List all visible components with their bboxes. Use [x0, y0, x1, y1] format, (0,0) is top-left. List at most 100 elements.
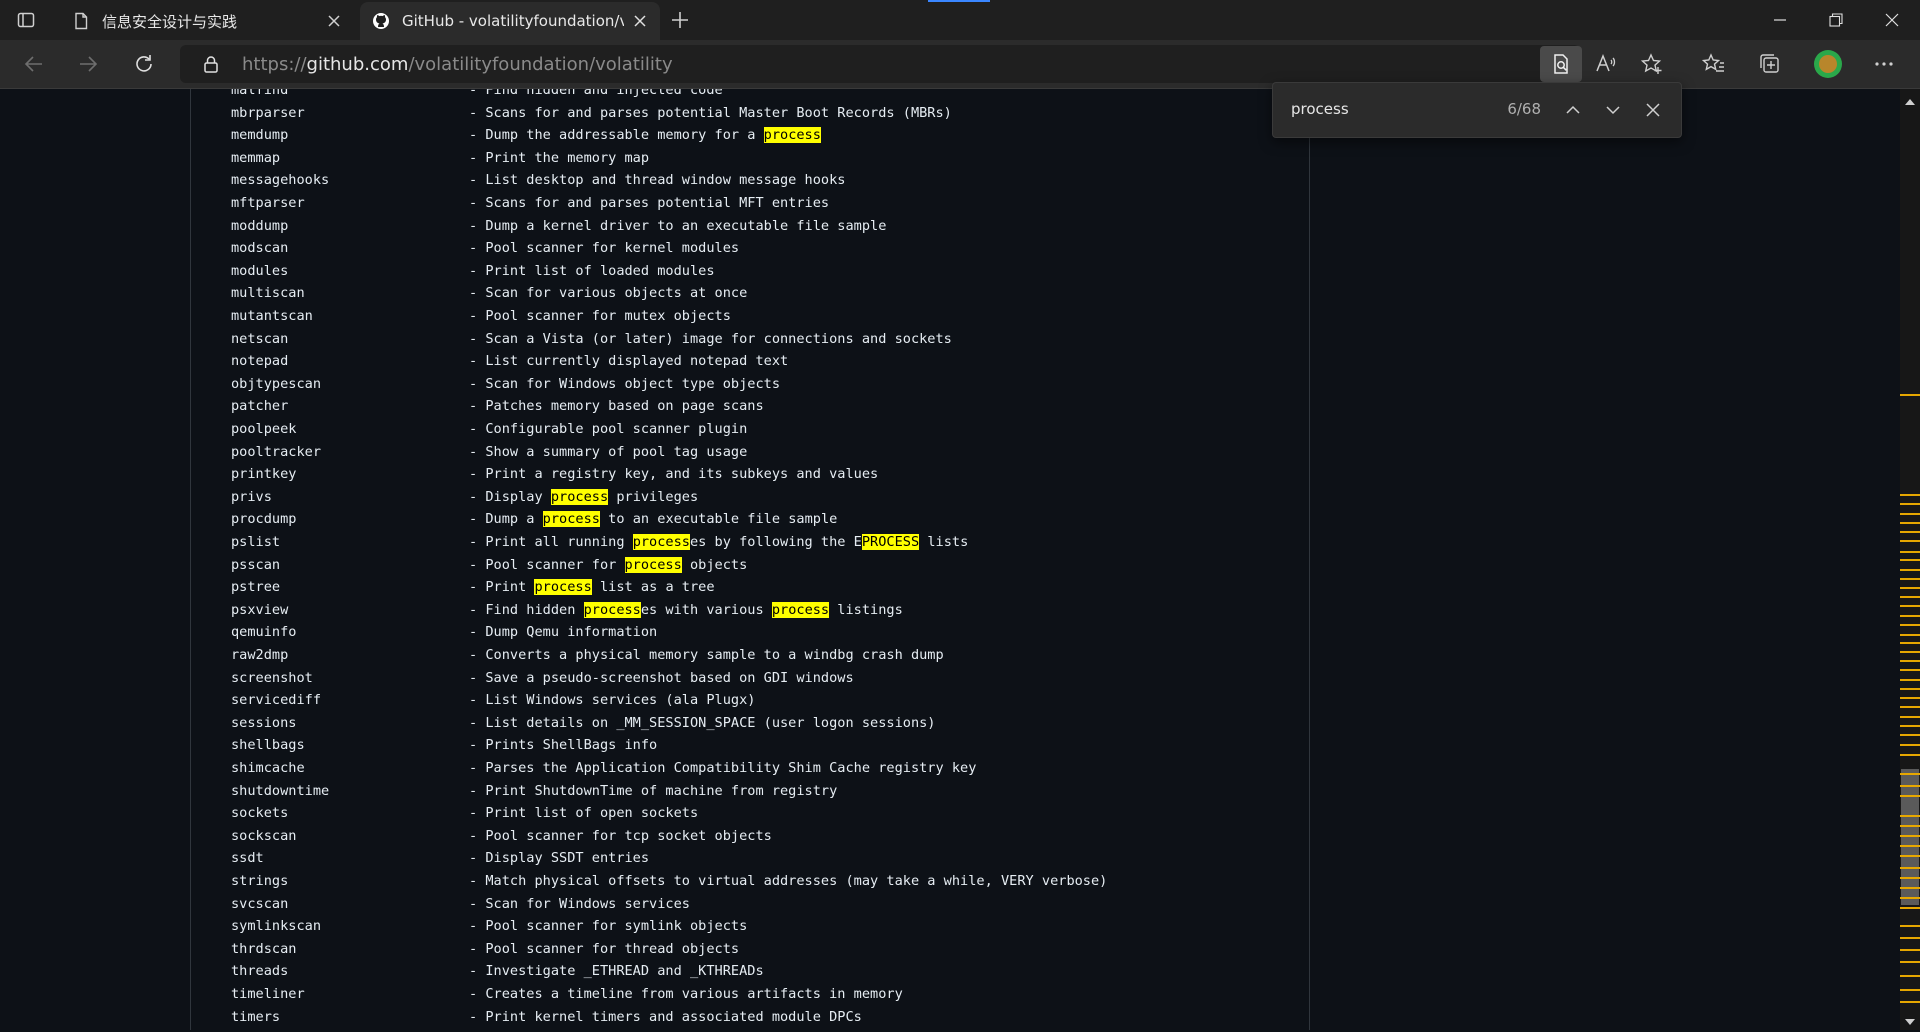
command-name: timers	[231, 1008, 281, 1025]
command-description: - List details on _MM_SESSION_SPACE (use…	[469, 714, 936, 731]
command-description: - Scan a Vista (or later) image for conn…	[469, 330, 952, 347]
command-description: - Scan for Windows services	[469, 895, 690, 912]
scroll-match-marker	[1900, 494, 1920, 496]
scroll-match-marker	[1900, 624, 1920, 626]
command-description: - Pool scanner for mutex objects	[469, 308, 731, 324]
command-description: - Scan for Windows object type objects	[469, 375, 780, 392]
command-description: - Print all running processes by followi…	[469, 534, 969, 550]
find-in-page-icon[interactable]	[1540, 46, 1582, 82]
command-name: shimcache	[231, 760, 305, 776]
forward-arrow-icon[interactable]	[74, 50, 102, 78]
scroll-match-marker	[1900, 989, 1920, 991]
back-arrow-icon[interactable]	[20, 50, 48, 78]
minimize-icon[interactable]	[1752, 0, 1808, 40]
profile-avatar[interactable]	[1814, 50, 1842, 78]
scroll-match-marker	[1900, 503, 1920, 505]
command-name: notepad	[231, 353, 289, 370]
scroll-match-marker	[1900, 815, 1920, 817]
close-tab-icon[interactable]	[632, 13, 648, 29]
command-description: - Print process list as a tree	[469, 579, 715, 596]
scroll-match-marker	[1900, 615, 1920, 617]
command-description: - Print kernel timers and associated mod…	[469, 1008, 862, 1025]
command-description: - Dump a process to an executable file s…	[469, 511, 838, 528]
collections-icon[interactable]	[1756, 50, 1784, 78]
command-name: strings	[231, 873, 289, 889]
search-match-highlight: process	[550, 488, 609, 505]
command-description: - Dump Qemu information	[469, 624, 658, 641]
command-name: symlinkscan	[231, 918, 322, 935]
command-description: - List desktop and thread window message…	[469, 172, 846, 189]
scroll-down-icon[interactable]	[1904, 1013, 1916, 1025]
restore-icon[interactable]	[1808, 0, 1864, 40]
command-description: - Scan for various objects at once	[469, 285, 748, 302]
scroll-match-marker	[1900, 744, 1920, 746]
command-name: qemuinfo	[231, 624, 297, 641]
command-name: sessions	[231, 714, 297, 731]
scroll-match-marker	[1900, 660, 1920, 662]
command-description: - Creates a timeline from various artifa…	[469, 986, 903, 1002]
new-tab-icon[interactable]	[668, 8, 692, 32]
scroll-match-marker	[1900, 907, 1920, 909]
find-match-count: 6/68	[1507, 100, 1541, 118]
scroll-match-marker	[1900, 394, 1920, 396]
scroll-match-marker	[1900, 897, 1920, 899]
command-name: pslist	[231, 534, 281, 550]
read-aloud-icon[interactable]	[1592, 50, 1620, 78]
command-name: psxview	[231, 601, 289, 618]
url-text[interactable]: https://github.com/volatilityfoundation/…	[242, 54, 673, 75]
command-description: - Display SSDT entries	[469, 850, 650, 867]
more-options-icon[interactable]	[1870, 50, 1898, 78]
command-description: - Parses the Application Compatibility S…	[469, 760, 977, 776]
vertical-scrollbar[interactable]	[1900, 89, 1920, 1030]
next-match-icon[interactable]	[1599, 96, 1627, 124]
address-bar[interactable]: https://github.com/volatilityfoundation/…	[180, 45, 1580, 83]
scroll-match-marker	[1900, 855, 1920, 857]
scroll-up-icon[interactable]	[1904, 93, 1916, 105]
tab-active[interactable]: GitHub - volatilityfoundation/volatility	[360, 2, 660, 40]
command-name: pstree	[231, 579, 281, 596]
command-description: - Scans for and parses potential Master …	[469, 104, 952, 121]
search-match-highlight: PROCESS	[861, 534, 920, 550]
scroll-match-marker	[1900, 835, 1920, 837]
command-description: - Print ShutdownTime of machine from reg…	[469, 782, 838, 799]
command-name: mftparser	[231, 195, 305, 211]
github-icon	[372, 12, 390, 30]
command-description: - Find hidden and injected code	[469, 89, 723, 98]
command-name: ssdt	[231, 850, 264, 867]
search-match-highlight: process	[771, 601, 830, 618]
command-description: - Find hidden processes with various pro…	[469, 601, 903, 618]
url-path: /volatilityfoundation/volatility	[408, 54, 673, 75]
close-window-icon[interactable]	[1864, 0, 1920, 40]
scroll-match-marker	[1900, 785, 1920, 787]
tab-inactive[interactable]: 信息安全设计与实践	[60, 2, 354, 40]
command-name: moddump	[231, 217, 289, 234]
scroll-match-marker	[1900, 754, 1920, 756]
page-content: malfind - Find hidden and injected code mb…	[0, 89, 1900, 1030]
tab-title: 信息安全设计与实践	[102, 12, 238, 31]
search-match-highlight: process	[542, 511, 600, 528]
refresh-icon[interactable]	[130, 50, 158, 78]
command-name: poolpeek	[231, 421, 297, 437]
find-input[interactable]: process	[1291, 100, 1349, 118]
command-name: messagehooks	[231, 172, 330, 189]
close-tab-icon[interactable]	[326, 13, 342, 29]
scroll-match-marker	[1900, 825, 1920, 827]
previous-match-icon[interactable]	[1559, 96, 1587, 124]
command-name: modules	[231, 262, 289, 279]
scrollbar-thumb[interactable]	[1901, 769, 1919, 905]
command-description: - Prints ShellBags info	[469, 737, 658, 754]
close-find-icon[interactable]	[1639, 96, 1667, 124]
tab-actions-icon[interactable]	[14, 8, 38, 32]
favorites-icon[interactable]	[1700, 50, 1728, 78]
command-description: - Dump a kernel driver to an executable …	[469, 217, 887, 234]
add-favorite-icon[interactable]	[1638, 50, 1666, 78]
scroll-match-marker	[1900, 642, 1920, 644]
scroll-match-marker	[1900, 697, 1920, 699]
find-bar: process 6/68	[1272, 82, 1682, 138]
lock-icon[interactable]	[202, 55, 220, 73]
command-name: netscan	[231, 330, 289, 347]
tab-drag-indicator	[928, 0, 990, 2]
command-name: multiscan	[231, 285, 305, 302]
command-description: - Pool scanner for symlink objects	[469, 918, 748, 935]
url-scheme: https://	[242, 54, 307, 75]
